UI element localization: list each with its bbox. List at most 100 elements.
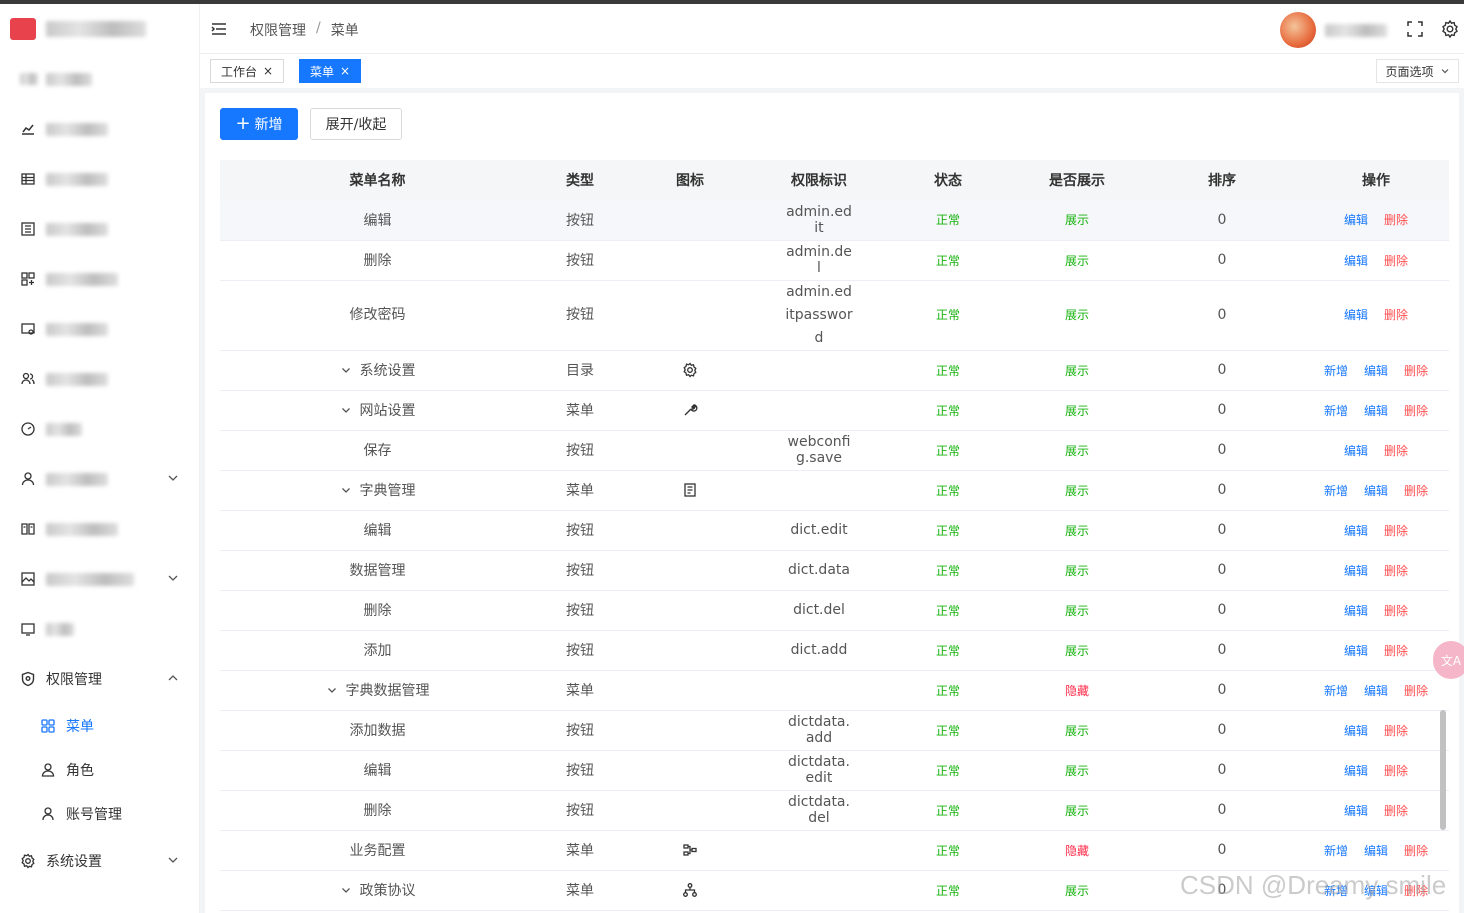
- delete-button[interactable]: 删除: [1404, 844, 1428, 858]
- edit-button[interactable]: 编辑: [1344, 764, 1368, 778]
- sidebar-item-redacted-12[interactable]: [0, 609, 199, 649]
- edit-button[interactable]: 编辑: [1364, 364, 1388, 378]
- delete-button[interactable]: 删除: [1384, 724, 1408, 738]
- add-child-button[interactable]: 新增: [1324, 364, 1348, 378]
- close-icon[interactable]: ×: [340, 64, 350, 78]
- table-row[interactable]: 编辑 按钮 dictdata.edit 正常 展示 0 编辑 删除: [220, 750, 1449, 791]
- edit-button[interactable]: 编辑: [1344, 644, 1368, 658]
- fullscreen-icon[interactable]: [1405, 19, 1425, 39]
- delete-button[interactable]: 删除: [1384, 524, 1408, 538]
- expand-collapse-button[interactable]: 展开/收起: [310, 108, 402, 140]
- cell-visible: 展示: [1013, 590, 1141, 631]
- table-row[interactable]: 添加 按钮 dict.add 正常 展示 0 编辑 删除: [220, 630, 1449, 671]
- redacted-label: [46, 272, 118, 286]
- delete-button[interactable]: 删除: [1384, 764, 1408, 778]
- table-row[interactable]: 添加数据 按钮 dictdata.add 正常 展示 0 编辑 删除: [220, 710, 1449, 751]
- plus-icon: +: [235, 113, 251, 134]
- sidebar-item-redacted-6[interactable]: [0, 309, 199, 349]
- edit-button[interactable]: 编辑: [1344, 308, 1368, 322]
- add-child-button[interactable]: 新增: [1324, 484, 1348, 498]
- edit-button[interactable]: 编辑: [1344, 564, 1368, 578]
- table-row[interactable]: 字典数据管理 菜单 正常 隐藏 0 新增 编辑 删除: [220, 670, 1449, 711]
- table-row[interactable]: 保存 按钮 webconfig.save 正常 展示 0 编辑 删除: [220, 430, 1449, 471]
- table-row[interactable]: 字典管理 菜单 正常 展示 0 新增 编辑 删除: [220, 470, 1449, 511]
- edit-button[interactable]: 编辑: [1364, 844, 1388, 858]
- add-child-button[interactable]: 新增: [1324, 844, 1348, 858]
- sidebar-item-menu[interactable]: 菜单: [0, 706, 199, 746]
- cell-icon: [625, 870, 755, 911]
- sidebar-item-redacted-1[interactable]: [0, 59, 199, 99]
- table-row[interactable]: 编辑 按钮 dict.edit 正常 展示 0 编辑 删除: [220, 510, 1449, 551]
- add-child-button[interactable]: 新增: [1324, 404, 1348, 418]
- delete-button[interactable]: 删除: [1384, 564, 1408, 578]
- cell-menu-name: 添加: [220, 630, 535, 671]
- sidebar-item-redacted-7[interactable]: [0, 359, 199, 399]
- edit-button[interactable]: 编辑: [1344, 604, 1368, 618]
- edit-button[interactable]: 编辑: [1344, 444, 1368, 458]
- chevron-down-icon[interactable]: [340, 364, 352, 376]
- sidebar-item-redacted-5[interactable]: [0, 259, 199, 299]
- table-row[interactable]: 网站设置 菜单 正常 展示 0 新增 编辑 删除: [220, 390, 1449, 431]
- sidebar-item-redacted-3[interactable]: [0, 159, 199, 199]
- delete-button[interactable]: 删除: [1404, 684, 1428, 698]
- table-row[interactable]: 业务配置 菜单 正常 隐藏 0 新增 编辑 删除: [220, 830, 1449, 871]
- chevron-down-icon[interactable]: [340, 884, 352, 896]
- edit-button[interactable]: 编辑: [1344, 724, 1368, 738]
- add-button[interactable]: + 新增: [220, 108, 298, 140]
- table-row[interactable]: 编辑 按钮 admin.edit 正常 展示 0 编辑 删除: [220, 200, 1449, 241]
- table-row[interactable]: 删除 按钮 admin.del 正常 展示 0 编辑 删除: [220, 240, 1449, 281]
- close-icon[interactable]: ×: [263, 64, 273, 78]
- sidebar-item-system[interactable]: 系统设置: [0, 841, 199, 881]
- edit-button[interactable]: 编辑: [1364, 684, 1388, 698]
- delete-button[interactable]: 删除: [1404, 404, 1428, 418]
- table-row[interactable]: 删除 按钮 dictdata.del 正常 展示 0 编辑 删除: [220, 790, 1449, 831]
- table-row[interactable]: 数据管理 按钮 dict.data 正常 展示 0 编辑 删除: [220, 550, 1449, 591]
- delete-button[interactable]: 删除: [1404, 364, 1428, 378]
- page-options-dropdown[interactable]: 页面选项: [1376, 59, 1459, 83]
- edit-button[interactable]: 编辑: [1364, 484, 1388, 498]
- chevron-down-icon[interactable]: [340, 484, 352, 496]
- edit-button[interactable]: 编辑: [1344, 254, 1368, 268]
- edit-button[interactable]: 编辑: [1344, 213, 1368, 227]
- chevron-down-icon[interactable]: [326, 684, 338, 696]
- edit-button[interactable]: 编辑: [1344, 524, 1368, 538]
- sidebar-item-redacted-10[interactable]: [0, 509, 199, 549]
- cell-type: 目录: [535, 350, 625, 391]
- table-row[interactable]: 系统设置 目录 正常 展示 0 新增 编辑 删除: [220, 350, 1449, 391]
- settings-gear-icon[interactable]: [1440, 19, 1460, 39]
- sidebar-item-redacted-9[interactable]: [0, 459, 199, 499]
- avatar[interactable]: [1280, 12, 1316, 48]
- delete-button[interactable]: 删除: [1404, 484, 1428, 498]
- table-row[interactable]: 删除 按钮 dict.del 正常 展示 0 编辑 删除: [220, 590, 1449, 631]
- delete-button[interactable]: 删除: [1384, 213, 1408, 227]
- table-row[interactable]: 修改密码 按钮 admin.editpassword 正常 展示 0 编辑 删除: [220, 280, 1449, 351]
- tab-workbench[interactable]: 工作台 ×: [210, 59, 285, 83]
- username-redacted[interactable]: [1325, 24, 1387, 37]
- delete-button[interactable]: 删除: [1384, 644, 1408, 658]
- sidebar-item-role[interactable]: 角色: [0, 750, 199, 790]
- breadcrumb-item[interactable]: 权限管理: [250, 20, 306, 40]
- scrollbar[interactable]: [1440, 710, 1446, 830]
- add-child-button[interactable]: 新增: [1324, 684, 1348, 698]
- menu-fold-icon[interactable]: [210, 20, 228, 38]
- sidebar-item-redacted-2[interactable]: [0, 109, 199, 149]
- sidebar-item-redacted-11[interactable]: [0, 559, 199, 599]
- chevron-down-icon[interactable]: [340, 404, 352, 416]
- menu-name-text: 编辑: [363, 763, 392, 779]
- delete-button[interactable]: 删除: [1384, 254, 1408, 268]
- delete-button[interactable]: 删除: [1384, 804, 1408, 818]
- sidebar-item-redacted-4[interactable]: [0, 209, 199, 249]
- logo-row: [0, 4, 199, 54]
- delete-button[interactable]: 删除: [1384, 604, 1408, 618]
- cell-permission: dict.del: [755, 590, 883, 631]
- edit-button[interactable]: 编辑: [1364, 404, 1388, 418]
- menu-name-text: 添加数据: [349, 723, 406, 739]
- delete-button[interactable]: 删除: [1384, 444, 1408, 458]
- translate-button[interactable]: 文A: [1433, 641, 1464, 679]
- tab-menu[interactable]: 菜单 ×: [299, 59, 362, 83]
- sidebar-item-permission[interactable]: 权限管理: [0, 659, 199, 699]
- sidebar-item-redacted-8[interactable]: [0, 409, 199, 449]
- delete-button[interactable]: 删除: [1384, 308, 1408, 322]
- sidebar-item-account[interactable]: 账号管理: [0, 794, 199, 834]
- edit-button[interactable]: 编辑: [1344, 804, 1368, 818]
